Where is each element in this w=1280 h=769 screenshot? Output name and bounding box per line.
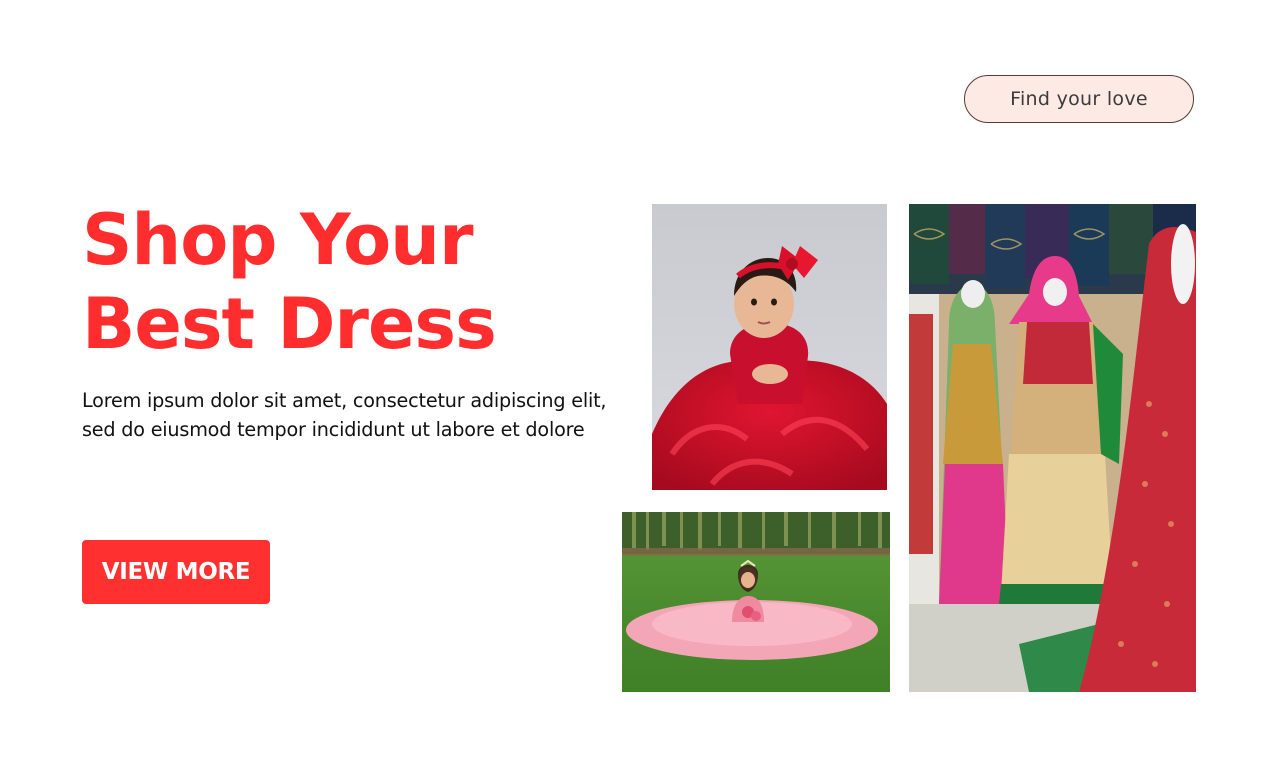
- girl-pink-gown-image: [622, 512, 890, 692]
- baby-red-dress-image: [652, 204, 887, 490]
- hero-title: Shop Your Best Dress: [82, 198, 497, 366]
- hero-description: Lorem ipsum dolor sit amet, consectetur …: [82, 389, 607, 441]
- hero-title-line-2: Best Dress: [82, 283, 497, 365]
- hero-title-line-1: Shop Your: [82, 199, 474, 281]
- find-your-love-button[interactable]: Find your love: [964, 75, 1194, 123]
- view-more-button[interactable]: VIEW MORE: [82, 540, 270, 604]
- mannequins-dresses-image: [909, 204, 1196, 692]
